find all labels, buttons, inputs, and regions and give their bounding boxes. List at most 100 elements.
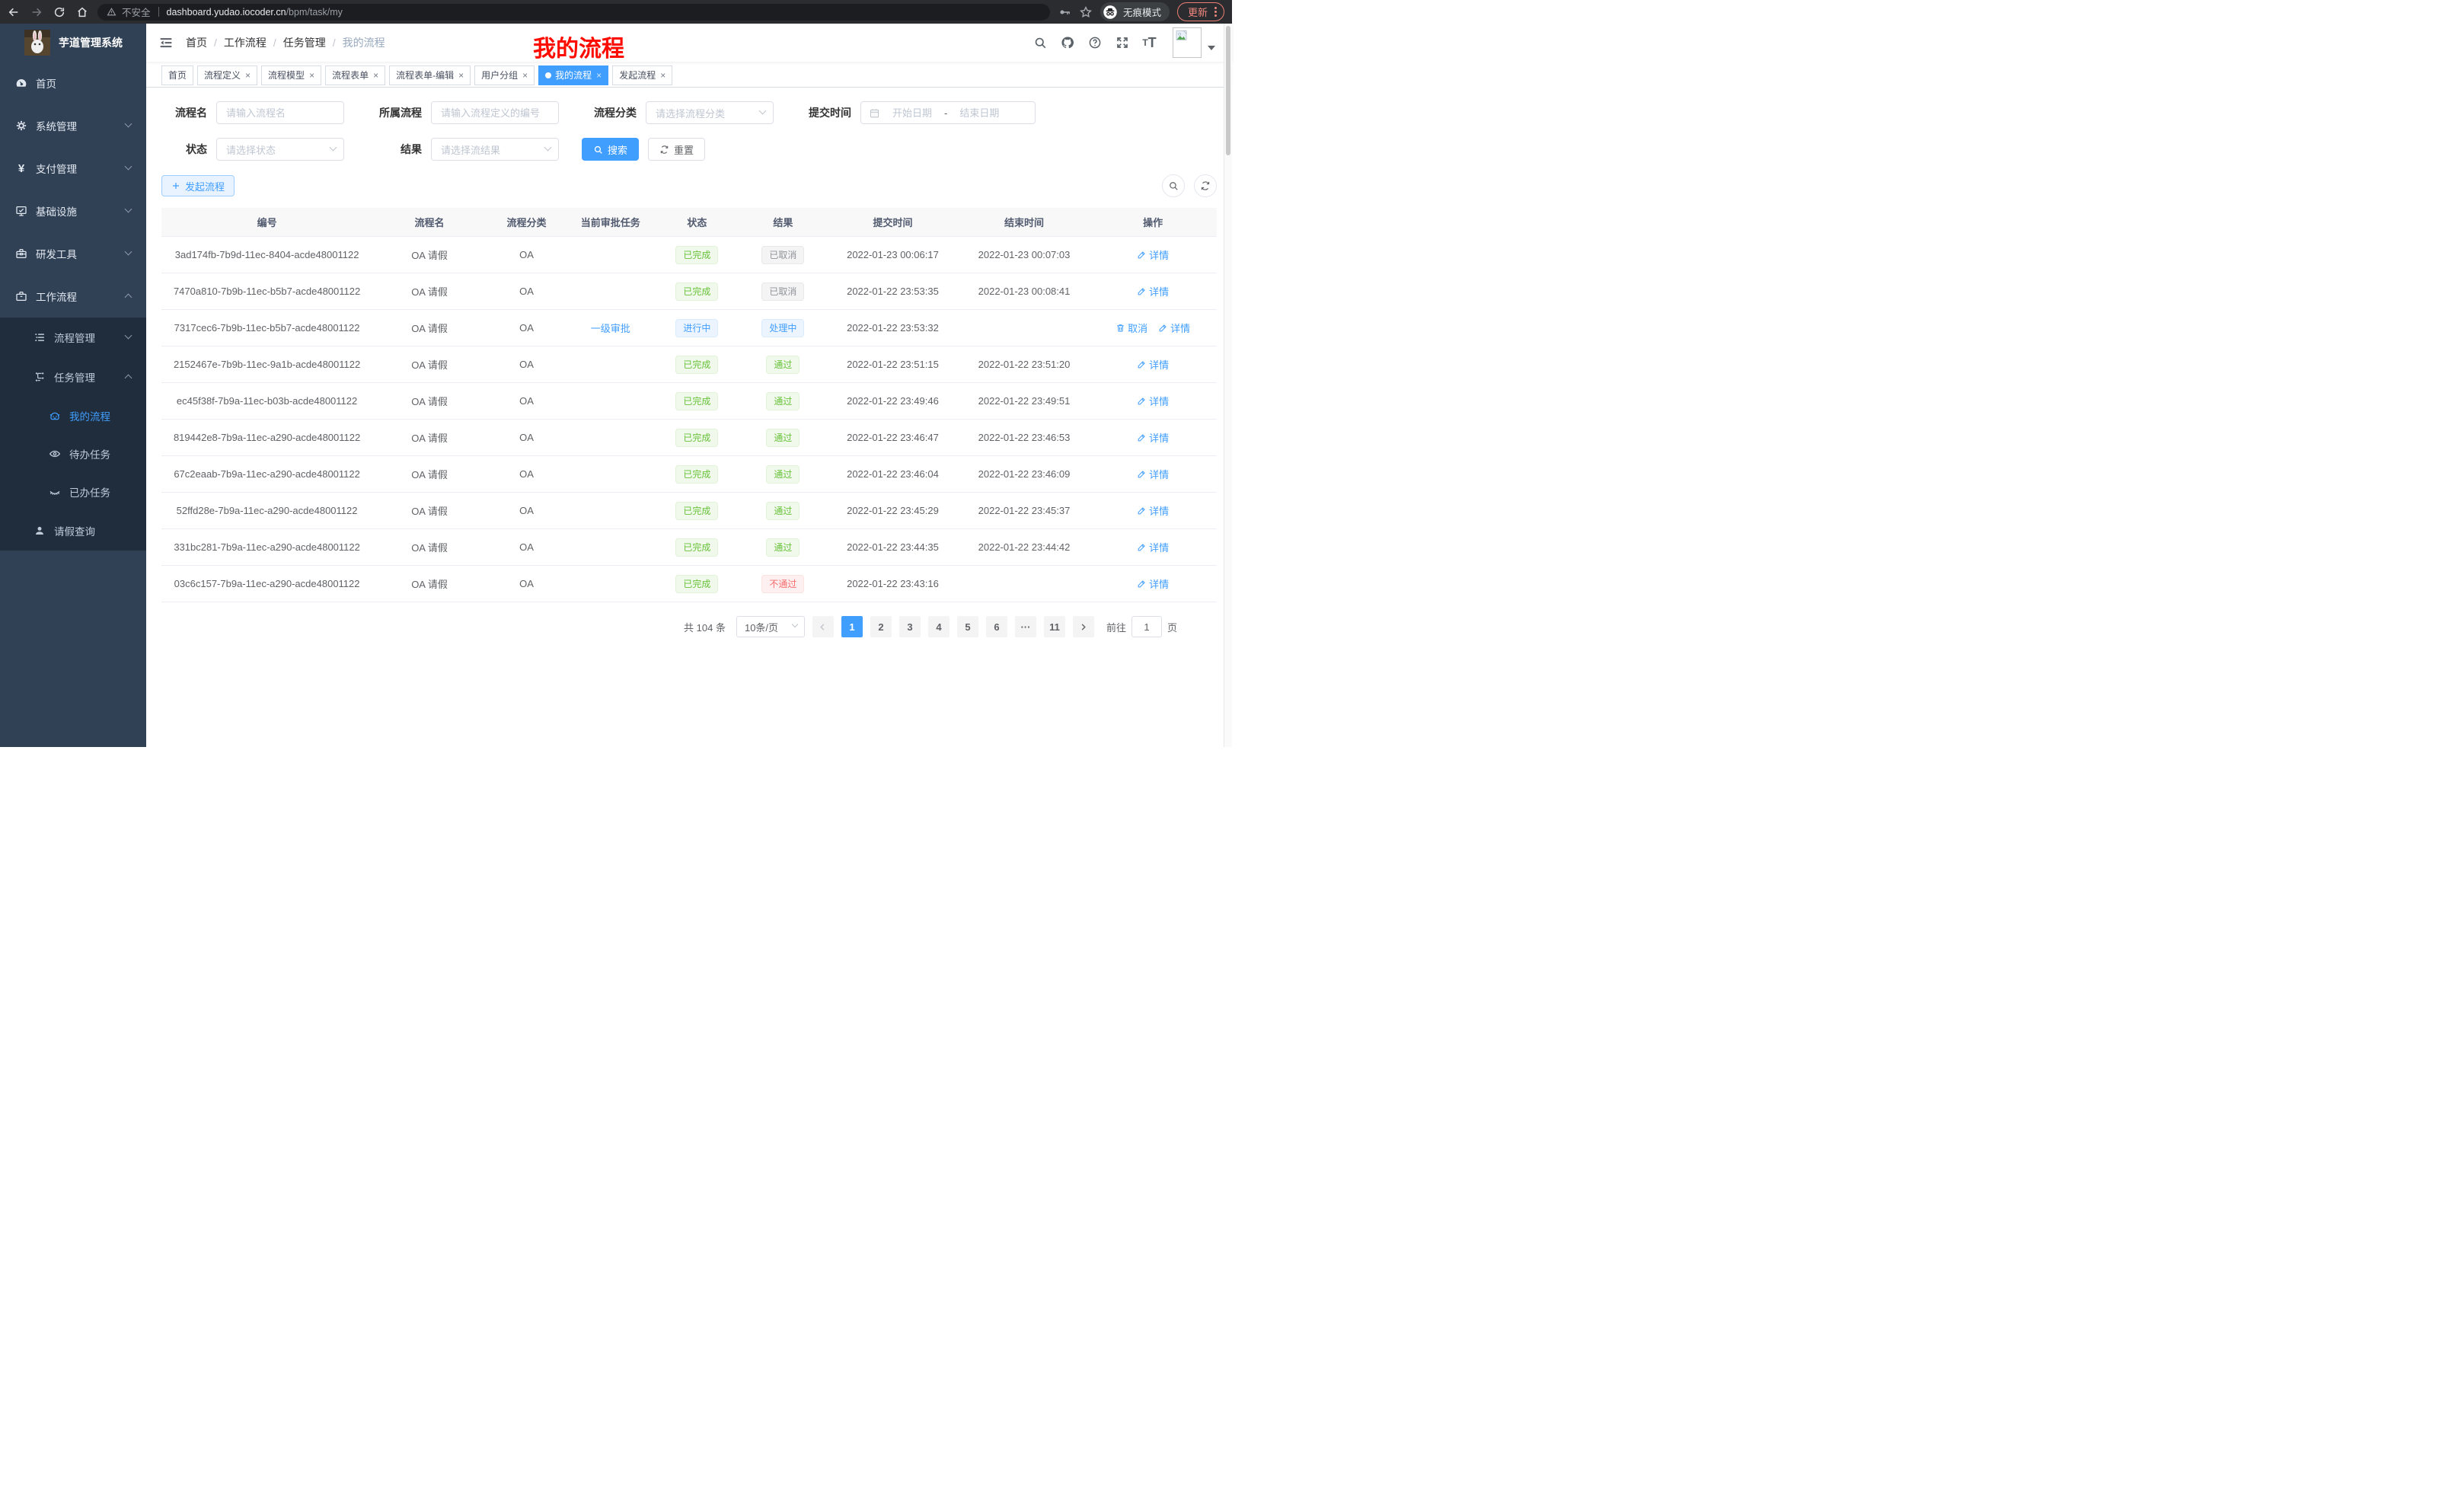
security-label[interactable]: 不安全 [122, 5, 151, 19]
detail-action[interactable]: 详情 [1137, 247, 1169, 262]
chevron-up-icon [125, 375, 132, 382]
result-select[interactable]: 请选择流结果 [431, 138, 559, 161]
cell-name: OA 请假 [372, 430, 487, 445]
chevron-down-icon[interactable] [1208, 46, 1215, 50]
help-icon[interactable] [1087, 36, 1102, 50]
page-button-1[interactable]: 1 [841, 616, 863, 637]
font-size-icon[interactable]: TT [1142, 36, 1157, 50]
github-icon[interactable] [1060, 36, 1074, 50]
create-process-button[interactable]: 发起流程 [161, 175, 235, 196]
sidebar-item-我的流程[interactable]: 我的流程 [0, 397, 146, 435]
back-icon[interactable] [6, 5, 21, 20]
column-header: 结果 [740, 215, 827, 229]
cancel-action[interactable]: 取消 [1116, 321, 1147, 335]
tab-用户分组[interactable]: 用户分组× [474, 65, 535, 85]
scrollbar-thumb[interactable] [1226, 26, 1230, 155]
detail-action[interactable]: 详情 [1137, 467, 1169, 481]
search-icon[interactable] [1033, 36, 1047, 50]
update-button[interactable]: 更新 [1177, 2, 1224, 21]
breadcrumb-item[interactable]: 首页 [186, 35, 207, 50]
sidebar-item-工作流程[interactable]: 工作流程 [0, 275, 146, 318]
show-search-button[interactable] [1162, 174, 1185, 197]
forward-icon[interactable] [29, 5, 44, 20]
page-button-4[interactable]: 4 [928, 616, 950, 637]
close-icon[interactable]: × [596, 70, 602, 81]
page-size-select[interactable]: 10条/页 [736, 616, 805, 637]
tab-发起流程[interactable]: 发起流程× [612, 65, 672, 85]
sidebar-item-任务管理[interactable]: 任务管理 [0, 357, 146, 397]
sidebar-item-待办任务[interactable]: 待办任务 [0, 435, 146, 473]
address-bar[interactable]: 不安全 dashboard.yudao.iocoder.cn/bpm/task/… [97, 4, 1050, 21]
reset-button[interactable]: 重置 [648, 138, 705, 161]
page-button-6[interactable]: 6 [986, 616, 1007, 637]
sidebar-item-已办任务[interactable]: 已办任务 [0, 473, 146, 511]
avatar[interactable] [1173, 27, 1202, 58]
detail-action[interactable]: 详情 [1137, 284, 1169, 298]
home-icon[interactable] [75, 5, 90, 20]
key-icon[interactable] [1058, 5, 1071, 19]
detail-action[interactable]: 详情 [1137, 430, 1169, 445]
page-button-5[interactable]: 5 [957, 616, 978, 637]
refresh-table-button[interactable] [1194, 174, 1217, 197]
close-icon[interactable]: × [245, 70, 251, 81]
status-select[interactable]: 请选择状态 [216, 138, 344, 161]
breadcrumb-item[interactable]: 任务管理 [283, 35, 326, 50]
sidebar-item-研发工具[interactable]: 研发工具 [0, 232, 146, 275]
page-button-11[interactable]: 11 [1044, 616, 1065, 637]
star-icon[interactable] [1079, 5, 1093, 19]
category-select[interactable]: 请选择流程分类 [646, 101, 774, 124]
sidebar-item-系统管理[interactable]: 系统管理 [0, 104, 146, 147]
next-page-button[interactable] [1073, 616, 1094, 637]
close-icon[interactable]: × [458, 70, 464, 81]
detail-action[interactable]: 详情 [1137, 503, 1169, 518]
filter-row-2: 状态 请选择状态 结果 请选择流结果 搜索 重置 [161, 138, 1217, 161]
fullscreen-icon[interactable] [1115, 36, 1129, 50]
tab-流程定义[interactable]: 流程定义× [197, 65, 257, 85]
current-task-link[interactable]: 一级审批 [591, 323, 630, 334]
reload-icon[interactable] [52, 5, 67, 20]
table-row: 7317cec6-7b9b-11ec-b5b7-acde48001122OA 请… [161, 310, 1217, 346]
sidebar-item-请假查询[interactable]: 请假查询 [0, 511, 146, 551]
hamburger-icon[interactable] [146, 35, 186, 50]
process-name-input[interactable] [217, 102, 343, 123]
end-date-input[interactable] [952, 107, 1007, 119]
prev-page-button[interactable] [812, 616, 834, 637]
scrollbar[interactable] [1224, 24, 1232, 747]
detail-action[interactable]: 详情 [1137, 357, 1169, 372]
detail-action[interactable]: 详情 [1137, 576, 1169, 591]
process-def-input[interactable] [432, 102, 558, 123]
sidebar-item-基础设施[interactable]: 基础设施 [0, 190, 146, 232]
page-button-3[interactable]: 3 [899, 616, 921, 637]
detail-action[interactable]: 详情 [1137, 540, 1169, 554]
tab-流程表单-编辑[interactable]: 流程表单-编辑× [389, 65, 471, 85]
tab-流程表单[interactable]: 流程表单× [325, 65, 385, 85]
incognito-badge: 无痕模式 [1100, 2, 1170, 21]
goto-suffix: 页 [1167, 620, 1177, 634]
sidebar-item-首页[interactable]: 首页 [0, 62, 146, 104]
app-logo-row[interactable]: 芋道管理系统 [0, 24, 146, 62]
close-icon[interactable]: × [309, 70, 314, 81]
start-date-input[interactable] [885, 107, 940, 119]
page-ellipsis[interactable]: ··· [1015, 616, 1036, 637]
close-icon[interactable]: × [522, 70, 528, 81]
tab-我的流程[interactable]: 我的流程× [538, 65, 608, 85]
status-badge: 已取消 [761, 246, 804, 264]
table-row: 819442e8-7b9a-11ec-a290-acde48001122OA 请… [161, 420, 1217, 456]
close-icon[interactable]: × [660, 70, 665, 81]
submit-time-range[interactable]: - [860, 101, 1036, 124]
goto-page-input[interactable] [1131, 616, 1162, 637]
close-icon[interactable]: × [373, 70, 378, 81]
broken-image-icon [1176, 30, 1187, 40]
toolbox-icon [15, 247, 27, 260]
sidebar-item-支付管理[interactable]: ¥支付管理 [0, 147, 146, 190]
sidebar-item-流程管理[interactable]: 流程管理 [0, 318, 146, 357]
detail-action[interactable]: 详情 [1137, 394, 1169, 408]
menu-dots-icon[interactable] [1214, 7, 1217, 17]
breadcrumb-item[interactable]: 工作流程 [224, 35, 267, 50]
detail-action[interactable]: 详情 [1158, 321, 1190, 335]
filter-time-label: 提交时间 [798, 105, 851, 120]
tab-首页[interactable]: 首页 [161, 65, 193, 85]
tab-流程模型[interactable]: 流程模型× [261, 65, 321, 85]
page-button-2[interactable]: 2 [870, 616, 892, 637]
search-button[interactable]: 搜索 [582, 138, 639, 161]
